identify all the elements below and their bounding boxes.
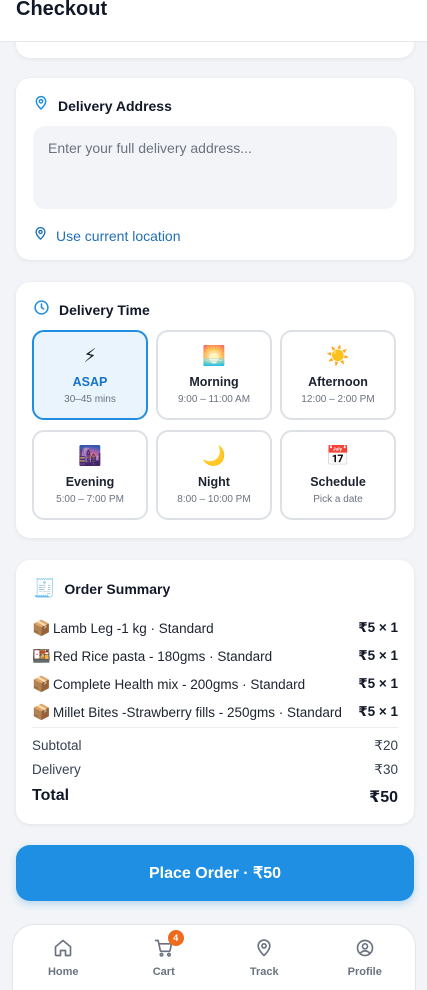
delivery-fee-value: ₹30: [374, 762, 398, 777]
slot-schedule[interactable]: 📅 Schedule Pick a date: [280, 430, 396, 520]
item-price: ₹5 × 1: [358, 648, 398, 663]
home-icon: [53, 938, 73, 963]
package-icon: 📦: [32, 704, 51, 721]
bottom-nav: Home 4 Cart Track Profile: [12, 924, 416, 990]
delivery-time-card: Delivery Time ⚡ ASAP 30–45 mins 🌅 Mornin…: [16, 282, 414, 538]
map-pin-icon: [254, 938, 274, 963]
order-summary-title: Order Summary: [64, 580, 171, 597]
nav-cart-label: Cart: [152, 966, 175, 978]
item-price: ₹5 × 1: [358, 704, 398, 719]
order-item: 📦 Millet Bites -Strawberry fills - 250gm…: [32, 698, 398, 726]
delivery-fee-row: Delivery ₹30: [32, 762, 398, 778]
item-name: Complete Health mix - 200gms · Standard: [53, 676, 306, 692]
item-name: Millet Bites -Strawberry fills - 250gms …: [53, 704, 342, 720]
package-icon: 📦: [32, 620, 51, 637]
order-item: 📦 Lamb Leg -1 kg · Standard ₹5 × 1: [32, 614, 398, 642]
slot-name: Evening: [65, 475, 115, 489]
order-summary-card: 🧾 Order Summary 📦 Lamb Leg -1 kg · Stand…: [16, 560, 414, 824]
clock-icon: [33, 299, 50, 321]
delivery-fee-label: Delivery: [32, 762, 81, 777]
total-value: ₹50: [369, 789, 398, 806]
order-item: 📦 Complete Health mix - 200gms · Standar…: [32, 670, 398, 698]
slot-time: Pick a date: [313, 494, 363, 505]
nav-track-label: Track: [249, 966, 279, 978]
slot-name: ASAP: [72, 375, 108, 389]
order-item-list: 📦 Lamb Leg -1 kg · Standard ₹5 × 1 🍱 Red…: [32, 614, 398, 726]
app-header: Checkout: [0, 0, 427, 42]
moon-icon: 🌙: [202, 446, 226, 467]
delivery-time-header: Delivery Time: [33, 299, 150, 321]
item-price: ₹5 × 1: [358, 676, 398, 691]
nav-profile-label: Profile: [347, 966, 382, 978]
lightning-icon: ⚡: [83, 346, 97, 367]
map-pin-icon: [33, 95, 49, 116]
nav-home-label: Home: [47, 966, 79, 978]
slot-name: Afternoon: [308, 375, 368, 389]
time-slot-grid: ⚡ ASAP 30–45 mins 🌅 Morning 9:00 – 11:00…: [32, 330, 397, 520]
subtotal-row: Subtotal ₹20: [32, 738, 398, 754]
summary-divider: [32, 727, 398, 728]
slot-night[interactable]: 🌙 Night 8:00 – 10:00 PM: [156, 430, 272, 520]
use-current-location-label: Use current location: [56, 228, 181, 244]
item-price: ₹5 × 1: [358, 620, 398, 635]
receipt-icon: 🧾: [33, 578, 56, 598]
cityscape-dusk-icon: 🌆: [78, 446, 102, 467]
item-name: Red Rice pasta - 180gms · Standard: [53, 648, 273, 664]
sunrise-icon: 🌅: [202, 346, 226, 367]
slot-name: Morning: [189, 375, 239, 389]
bento-box-icon: 🍱: [32, 648, 51, 665]
cart-count-badge: 4: [167, 930, 184, 946]
slot-time: 9:00 – 11:00 AM: [177, 394, 251, 405]
package-icon: 📦: [32, 676, 51, 693]
slot-name: Schedule: [310, 475, 366, 489]
slot-time: 5:00 – 7:00 PM: [56, 494, 124, 505]
page-title: Checkout: [16, 0, 108, 20]
slot-name: Night: [198, 475, 230, 489]
subtotal-label: Subtotal: [32, 738, 82, 753]
delivery-address-input[interactable]: [33, 126, 397, 209]
place-order-button[interactable]: Place Order · ₹50: [16, 845, 414, 901]
total-label: Total: [32, 787, 70, 804]
delivery-address-card: Delivery Address Use current location: [16, 78, 414, 260]
nav-cart[interactable]: 4 Cart: [114, 925, 215, 990]
nav-track[interactable]: Track: [214, 925, 315, 990]
slot-evening[interactable]: 🌆 Evening 5:00 – 7:00 PM: [32, 430, 148, 520]
nav-profile[interactable]: Profile: [315, 925, 416, 990]
order-item: 🍱 Red Rice pasta - 180gms · Standard ₹5 …: [32, 642, 398, 670]
slot-time: 12:00 – 2:00 PM: [301, 394, 375, 405]
delivery-address-title: Delivery Address: [58, 97, 172, 114]
subtotal-value: ₹20: [374, 738, 398, 753]
slot-asap[interactable]: ⚡ ASAP 30–45 mins: [32, 330, 148, 420]
total-row: Total ₹50: [32, 787, 398, 807]
use-current-location-link[interactable]: Use current location: [33, 226, 181, 246]
delivery-address-header: Delivery Address: [33, 95, 172, 116]
slot-time: 30–45 mins: [64, 394, 116, 405]
location-pin-icon: [33, 226, 48, 246]
sun-icon: ☀️: [326, 346, 350, 367]
delivery-time-title: Delivery Time: [59, 302, 150, 318]
order-summary-header: 🧾 Order Summary: [33, 578, 170, 599]
calendar-icon: 📅: [326, 446, 350, 467]
nav-home[interactable]: Home: [13, 925, 114, 990]
item-name: Lamb Leg -1 kg · Standard: [53, 620, 214, 636]
slot-morning[interactable]: 🌅 Morning 9:00 – 11:00 AM: [156, 330, 272, 420]
slot-afternoon[interactable]: ☀️ Afternoon 12:00 – 2:00 PM: [280, 330, 396, 420]
user-circle-icon: [355, 938, 375, 963]
slot-time: 8:00 – 10:00 PM: [177, 494, 251, 505]
